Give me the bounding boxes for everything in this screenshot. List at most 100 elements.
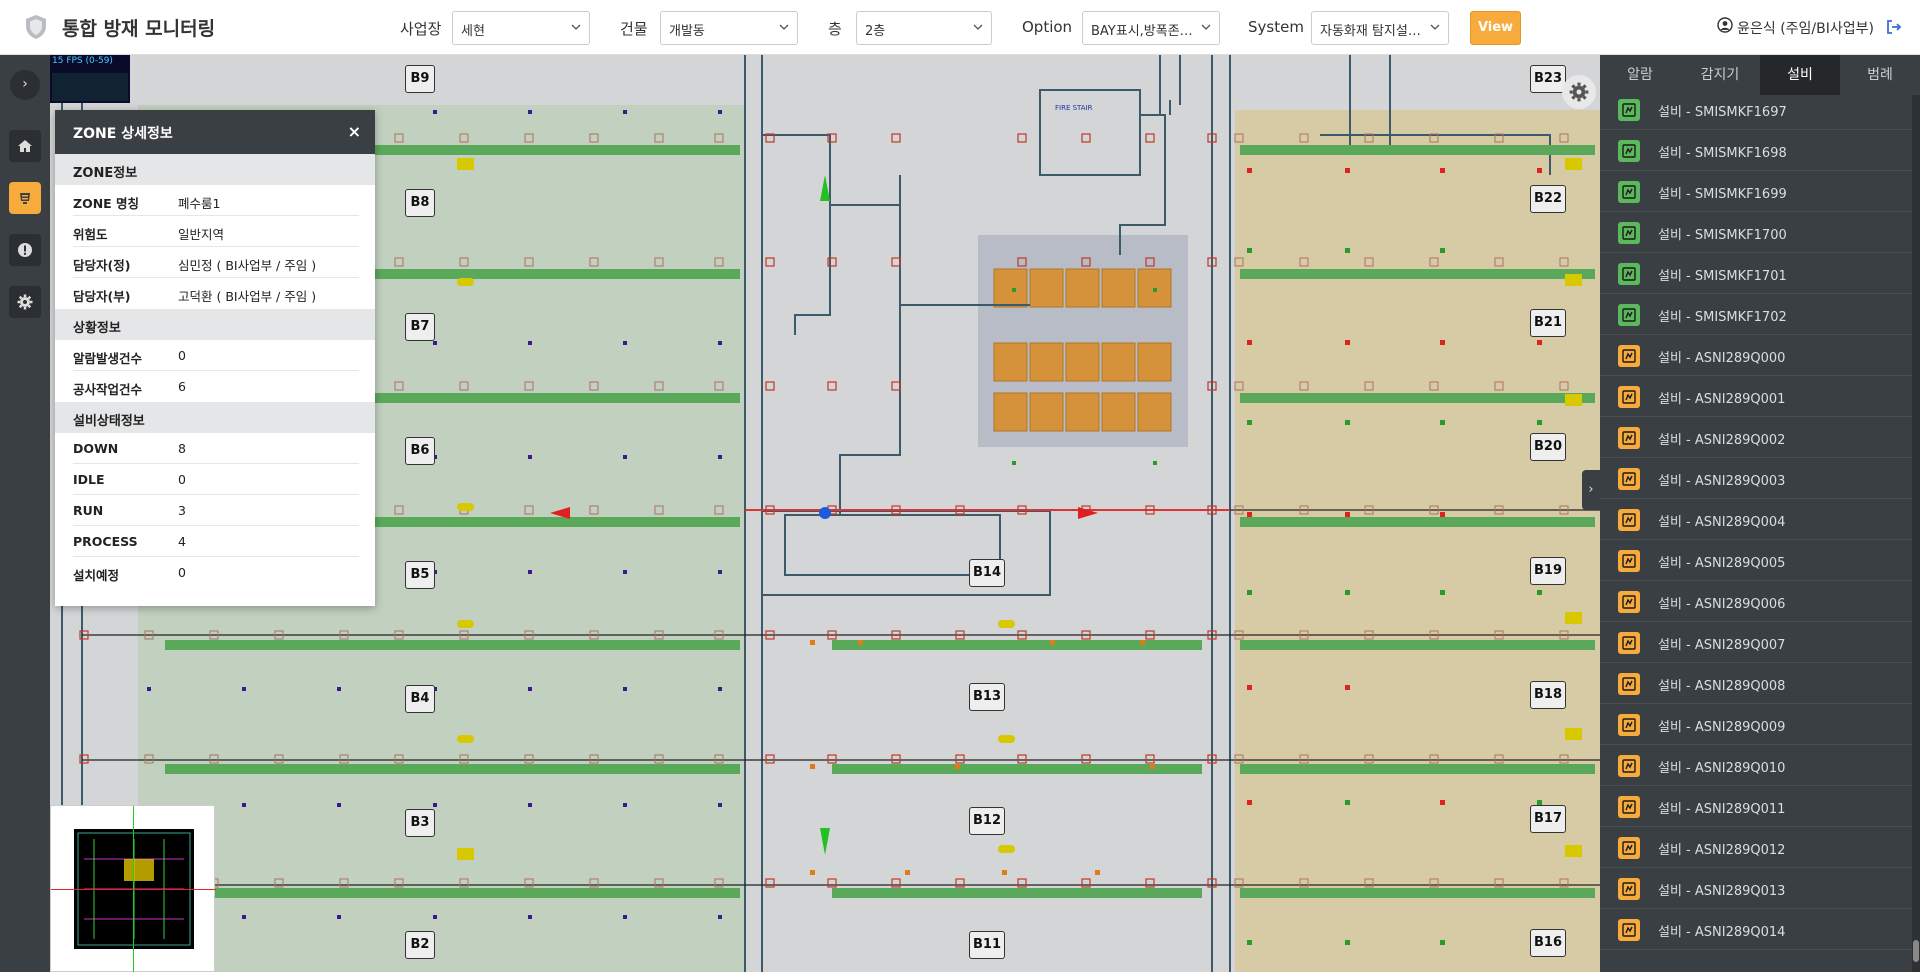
equipment-label: 설비 - SMISMKF1699 <box>1658 187 1787 202</box>
equipment-list-item[interactable]: 설비 - SMISMKF1702 <box>1600 294 1912 335</box>
bay-b19[interactable]: B19 <box>1530 557 1566 585</box>
equipment-icon <box>1618 304 1640 326</box>
view-button[interactable]: View <box>1470 11 1521 45</box>
bay-b9[interactable]: B9 <box>405 65 435 93</box>
equipment-list-item[interactable]: 설비 - ASNI289Q001 <box>1600 376 1912 417</box>
building-select[interactable]: 개발동 <box>660 11 798 45</box>
bay-b6[interactable]: B6 <box>405 437 435 465</box>
bay-b8[interactable]: B8 <box>405 189 435 217</box>
tab-legend[interactable]: 범례 <box>1840 55 1920 95</box>
nav-expand-button[interactable]: › <box>10 70 40 100</box>
equipment-list-item[interactable]: 설비 - ASNI289Q013 <box>1600 868 1912 909</box>
zone-row-work-count: 공사작업건수 6 <box>73 379 186 397</box>
bay-b18[interactable]: B18 <box>1530 681 1566 709</box>
chevron-down-icon <box>779 24 789 30</box>
equipment-list-item[interactable]: 설비 - ASNI289Q000 <box>1600 335 1912 376</box>
map-settings-button[interactable] <box>1562 75 1596 109</box>
equipment-list-item[interactable]: 설비 - ASNI289Q010 <box>1600 745 1912 786</box>
option-select[interactable]: BAY표시,방폭존… <box>1082 11 1220 45</box>
equipment-list-item[interactable]: 설비 - ASNI289Q012 <box>1600 827 1912 868</box>
bay-b5[interactable]: B5 <box>405 561 435 589</box>
equipment-list-item[interactable]: 설비 - ASNI289Q003 <box>1600 458 1912 499</box>
equipment-icon <box>1618 632 1640 654</box>
equipment-label: 설비 - ASNI289Q010 <box>1658 761 1786 776</box>
minimap[interactable] <box>50 805 216 972</box>
bay-b2[interactable]: B2 <box>405 931 435 959</box>
logout-icon[interactable] <box>1886 19 1902 35</box>
alert-button[interactable] <box>9 234 41 266</box>
equipment-list-item[interactable]: 설비 - SMISMKF1698 <box>1600 130 1912 171</box>
bay-b16[interactable]: B16 <box>1530 929 1566 957</box>
bay-b23[interactable]: B23 <box>1530 65 1566 93</box>
zone-panel-title: ZONE 상세정보 <box>73 126 173 142</box>
close-icon[interactable]: × <box>348 122 361 141</box>
bay-b20[interactable]: B20 <box>1530 433 1566 461</box>
chevron-down-icon <box>973 24 983 30</box>
equipment-list-item[interactable]: 설비 - ASNI289Q007 <box>1600 622 1912 663</box>
equipment-label: 설비 - ASNI289Q009 <box>1658 720 1786 735</box>
bay-b17[interactable]: B17 <box>1530 805 1566 833</box>
floor-select[interactable]: 2층 <box>856 11 992 45</box>
fps-meter: 15 FPS (0-59) <box>50 55 130 103</box>
section-status-info: 상황정보 <box>55 309 375 340</box>
equipment-list-item[interactable]: 설비 - ASNI289Q005 <box>1600 540 1912 581</box>
right-panel-tabs: 알람 감지기 설비 범례 <box>1600 55 1920 95</box>
equipment-list-item[interactable]: 설비 - ASNI289Q002 <box>1600 417 1912 458</box>
tab-alarm[interactable]: 알람 <box>1600 55 1680 95</box>
bay-b11[interactable]: B11 <box>969 931 1005 959</box>
tab-detector[interactable]: 감지기 <box>1680 55 1760 95</box>
bay-b21[interactable]: B21 <box>1530 309 1566 337</box>
equipment-label: 설비 - ASNI289Q011 <box>1658 802 1786 817</box>
zone-row-planned: 설치예정 0 <box>73 565 186 583</box>
equipment-icon <box>1618 386 1640 408</box>
bay-b14[interactable]: B14 <box>969 559 1005 587</box>
equipment-list-item[interactable]: 설비 - SMISMKF1700 <box>1600 212 1912 253</box>
app-title: 통합 방재 모니터링 <box>62 18 216 40</box>
equipment-label: 설비 - SMISMKF1702 <box>1658 310 1787 325</box>
bay-b13[interactable]: B13 <box>969 683 1005 711</box>
equipment-list-item[interactable]: 설비 - ASNI289Q009 <box>1600 704 1912 745</box>
home-button[interactable] <box>9 130 41 162</box>
equipment-icon <box>1618 222 1640 244</box>
equipment-list-item[interactable]: 설비 - ASNI289Q008 <box>1600 663 1912 704</box>
equipment-list[interactable]: 설비 - SMISMKF1697 설비 - SMISMKF1698 설비 - SMI… <box>1600 95 1912 972</box>
equipment-list-item[interactable]: 설비 - SMISMKF1697 <box>1600 95 1912 130</box>
equipment-list-item[interactable]: 설비 - ASNI289Q011 <box>1600 786 1912 827</box>
equipment-list-item[interactable]: 설비 - ASNI289Q006 <box>1600 581 1912 622</box>
settings-button[interactable] <box>9 286 41 318</box>
filter-system-label: System <box>1248 18 1304 36</box>
tab-equipment[interactable]: 설비 <box>1760 55 1840 95</box>
site-select[interactable]: 세현 <box>452 11 590 45</box>
section-zone-info: ZONE정보 <box>55 154 375 185</box>
scrollbar-thumb[interactable] <box>1913 940 1919 962</box>
equipment-list-item[interactable]: 설비 - ASNI289Q004 <box>1600 499 1912 540</box>
filter-floor-label: 층 <box>828 20 842 38</box>
zone-row-idle: IDLE 0 <box>73 464 359 495</box>
equipment-label: 설비 - ASNI289Q013 <box>1658 884 1786 899</box>
panel-collapse-button[interactable]: › <box>1582 470 1600 510</box>
equipment-list-item[interactable]: 설비 - ASNI289Q014 <box>1600 909 1912 950</box>
bay-b7[interactable]: B7 <box>405 313 435 341</box>
equipment-list-item[interactable]: 설비 - SMISMKF1699 <box>1600 171 1912 212</box>
equipment-icon <box>1618 673 1640 695</box>
bay-b3[interactable]: B3 <box>405 809 435 837</box>
user-info[interactable]: 윤은식 (주임/BI사업부) <box>1717 17 1874 38</box>
equipment-icon <box>1618 550 1640 572</box>
right-panel: 알람 감지기 설비 범례 설비 - SMISMKF1697 설비 - SMISMK… <box>1600 55 1920 972</box>
equipment-label: 설비 - ASNI289Q006 <box>1658 597 1786 612</box>
zone-row-run: RUN 3 <box>73 495 359 526</box>
section-equipment-status: 설비상태정보 <box>55 402 375 433</box>
filter-building-label: 건물 <box>620 20 648 38</box>
user-name: 윤은식 (주임/BI사업부) <box>1737 21 1874 37</box>
equipment-label: 설비 - SMISMKF1698 <box>1658 146 1787 161</box>
equipment-label: 설비 - ASNI289Q014 <box>1658 925 1786 940</box>
system-select[interactable]: 자동화재 탐지설… <box>1311 11 1449 45</box>
bay-b12[interactable]: B12 <box>969 807 1005 835</box>
monitor-button[interactable] <box>9 182 41 214</box>
bay-b4[interactable]: B4 <box>405 685 435 713</box>
zone-row-name: ZONE 명칭 폐수룸1 <box>73 185 359 216</box>
bay-b22[interactable]: B22 <box>1530 185 1566 213</box>
gear-icon <box>1569 82 1589 102</box>
equipment-list-scrollbar[interactable] <box>1912 95 1920 972</box>
equipment-list-item[interactable]: 설비 - SMISMKF1701 <box>1600 253 1912 294</box>
